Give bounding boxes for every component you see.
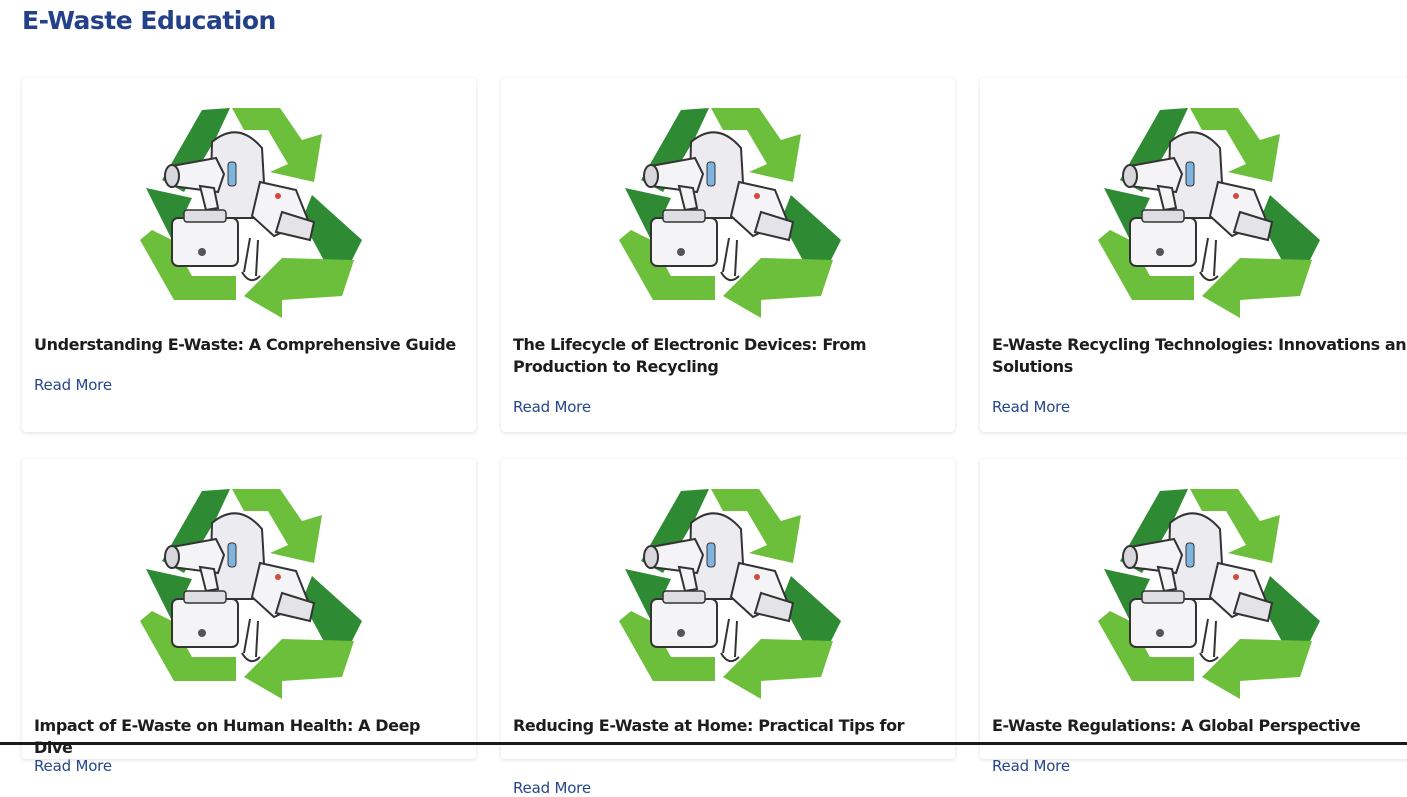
card-title: Reducing E-Waste at Home: Practical Tips… — [513, 716, 905, 735]
card-title: Understanding E-Waste: A Comprehensive G… — [34, 335, 456, 354]
article-card[interactable]: E-Waste Recycling Technologies: Innovati… — [980, 78, 1407, 432]
read-more-link[interactable]: Read More — [513, 779, 591, 797]
card-image — [980, 100, 1407, 322]
card-title: Impact of E-Waste on Human Health: A Dee… — [34, 716, 421, 757]
recycle-electronics-icon — [618, 488, 842, 700]
read-more-link[interactable]: Read More — [992, 757, 1070, 775]
read-more-link[interactable]: Read More — [34, 757, 112, 775]
recycle-electronics-icon — [1097, 488, 1321, 700]
article-card[interactable]: Reducing E-Waste at Home: Practical Tips… — [501, 459, 955, 797]
recycle-electronics-icon — [1097, 107, 1321, 319]
recycle-electronics-icon — [139, 488, 363, 700]
recycle-electronics-icon — [139, 107, 363, 319]
page-title: E-Waste Education — [22, 6, 276, 35]
card-image — [980, 481, 1407, 703]
article-card[interactable]: Impact of E-Waste on Human Health: A Dee… — [22, 459, 476, 775]
read-more-link[interactable]: Read More — [992, 398, 1070, 416]
read-more-link[interactable]: Read More — [513, 398, 591, 416]
card-image — [22, 100, 476, 322]
article-card[interactable]: The Lifecycle of Electronic Devices: Fro… — [501, 78, 955, 432]
card-title: The Lifecycle of Electronic Devices: Fro… — [513, 335, 867, 376]
card-image — [22, 481, 476, 703]
card-image — [501, 100, 955, 322]
article-card[interactable]: E-Waste Regulations: A Global Perspectiv… — [980, 459, 1407, 775]
card-title: E-Waste Recycling Technologies: Innovati… — [992, 335, 1407, 376]
recycle-electronics-icon — [618, 107, 842, 319]
read-more-link[interactable]: Read More — [34, 376, 112, 394]
article-card[interactable]: Understanding E-Waste: A Comprehensive G… — [22, 78, 476, 432]
card-image — [501, 481, 955, 703]
card-title: E-Waste Regulations: A Global Perspectiv… — [992, 716, 1361, 735]
